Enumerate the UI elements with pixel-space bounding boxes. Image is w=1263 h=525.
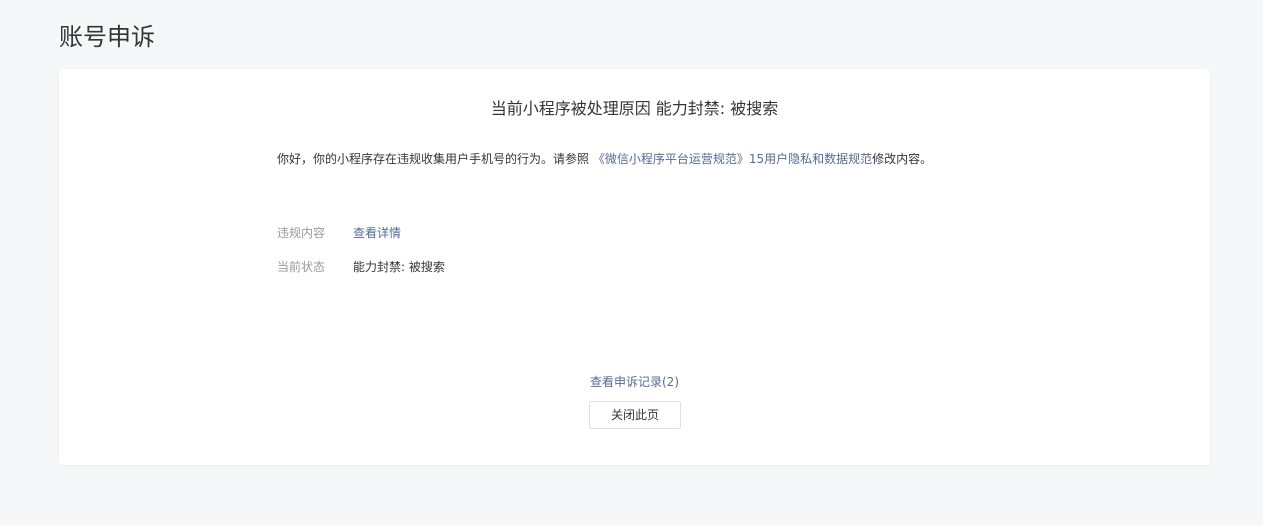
info-row-violation-content: 违规内容 查看详情 — [277, 223, 401, 243]
current-status-value: 能力封禁: 被搜索 — [353, 260, 445, 274]
notice-prefix: 你好，你的小程序存在违规收集用户手机号的行为。请参照 — [277, 152, 593, 166]
notice-suffix: 修改内容。 — [872, 152, 933, 166]
appeal-record-container: 查看申诉记录(2) — [59, 372, 1210, 392]
close-page-button[interactable]: 关闭此页 — [589, 401, 681, 429]
card-heading: 当前小程序被处理原因 能力封禁: 被搜索 — [490, 99, 779, 118]
info-label: 当前状态 — [277, 260, 326, 274]
view-appeal-records-link[interactable]: 查看申诉记录(2) — [590, 375, 679, 389]
info-label: 违规内容 — [277, 226, 326, 240]
platform-rules-link[interactable]: 《微信小程序平台运营规范》15用户隐私和数据规范 — [593, 152, 872, 166]
info-row-current-status: 当前状态 能力封禁: 被搜索 — [277, 257, 445, 277]
view-details-link[interactable]: 查看详情 — [353, 226, 401, 240]
page-title: 账号申诉 — [59, 23, 155, 51]
appeal-card: 当前小程序被处理原因 能力封禁: 被搜索 你好，你的小程序存在违规收集用户手机号… — [59, 69, 1210, 465]
violation-notice: 你好，你的小程序存在违规收集用户手机号的行为。请参照 《微信小程序平台运营规范》… — [277, 149, 932, 169]
